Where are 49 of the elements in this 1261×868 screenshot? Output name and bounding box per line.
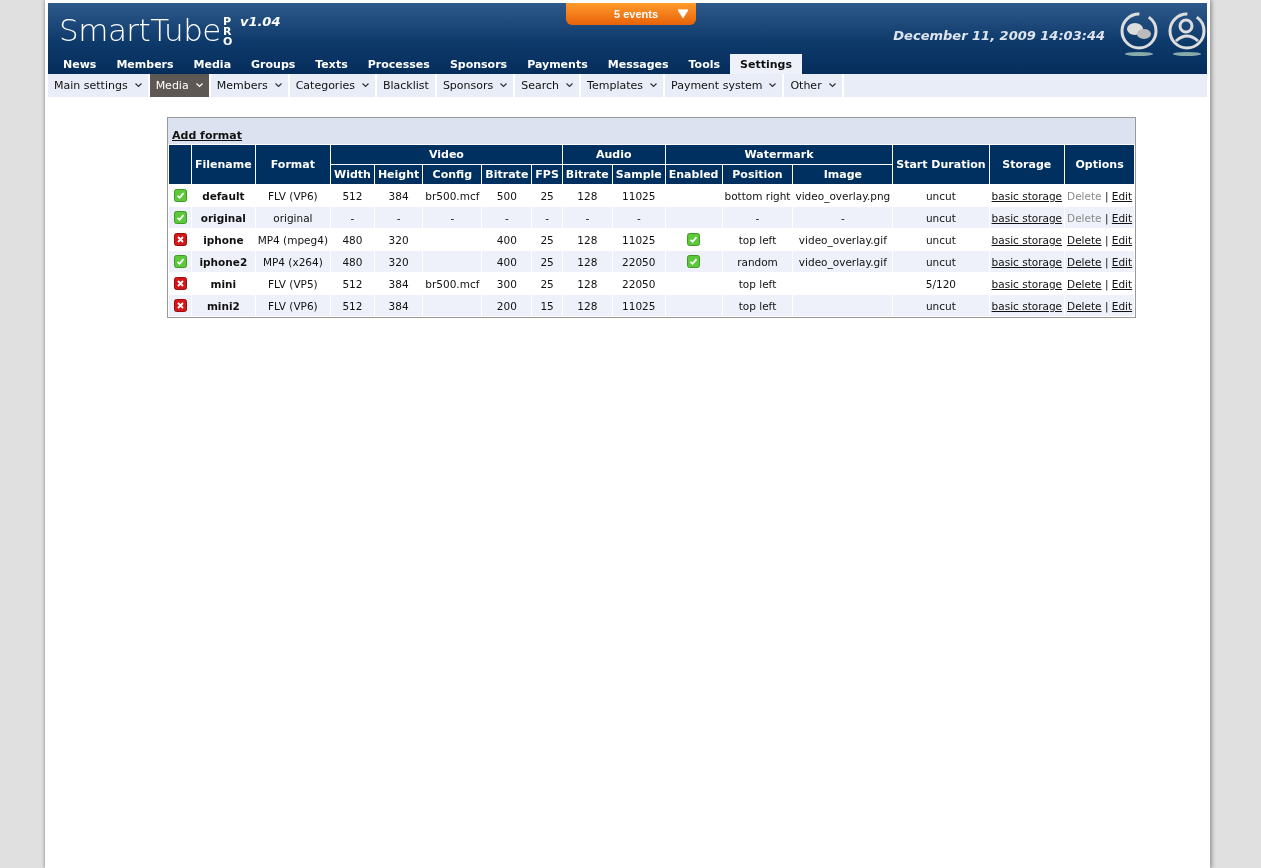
group-header: Video	[330, 144, 563, 165]
submenu-item[interactable]: Templates	[581, 74, 665, 97]
version-label: v1.04	[239, 14, 281, 29]
nav-tab[interactable]: Processes	[357, 54, 440, 74]
column-header: Start Duration	[892, 144, 990, 185]
group-header: Watermark	[665, 144, 893, 165]
nav-tab[interactable]: Groups	[241, 54, 306, 74]
column-header: Filename	[191, 144, 256, 185]
column-header: Options	[1064, 144, 1135, 185]
edit-link[interactable]: Edit	[1111, 299, 1133, 312]
add-format-link[interactable]: Add format	[172, 129, 242, 142]
submenu-item[interactable]: Media	[149, 74, 211, 97]
datetime-label: December 11, 2009 14:03:44	[893, 28, 1105, 43]
delete-link[interactable]: Delete	[1067, 277, 1102, 290]
submenu-item[interactable]: Other	[784, 74, 844, 97]
column-header: Storage	[989, 144, 1065, 185]
nav-tab[interactable]: Media	[183, 54, 242, 74]
separator-text: |	[1104, 299, 1109, 312]
edit-link[interactable]: Edit	[1111, 277, 1133, 290]
delete-link[interactable]: Delete	[1067, 299, 1102, 312]
separator-text: |	[1104, 211, 1109, 224]
nav-tab[interactable]: Payments	[517, 54, 598, 74]
logo-suffix-text: PRO	[222, 17, 234, 47]
submenu-item[interactable]: Sponsors	[436, 74, 516, 97]
edit-link[interactable]: Edit	[1111, 233, 1133, 246]
nav-tab[interactable]: Sponsors	[439, 54, 518, 74]
separator-text: |	[1104, 277, 1109, 290]
nav-tab[interactable]: Texts	[305, 54, 358, 74]
edit-link[interactable]: Edit	[1111, 255, 1133, 268]
nav-tab[interactable]: Members	[106, 54, 184, 74]
submenu-item[interactable]: Blacklist	[376, 74, 437, 97]
submenu-item[interactable]: Members	[210, 74, 290, 97]
delete-link[interactable]: Delete	[1067, 255, 1102, 268]
submenu-item[interactable]: Payment system	[665, 74, 785, 97]
delete-link[interactable]: Delete	[1067, 233, 1102, 246]
nav-tab[interactable]: Messages	[597, 54, 679, 74]
separator-text: |	[1104, 233, 1109, 246]
nav-tab[interactable]: Tools	[678, 54, 731, 74]
column-header: Format	[255, 144, 331, 185]
edit-link[interactable]: Edit	[1111, 189, 1133, 202]
separator-text: |	[1104, 189, 1109, 202]
edit-link[interactable]: Edit	[1111, 211, 1133, 224]
group-header: Audio	[562, 144, 666, 165]
nav-tab[interactable]: Settings	[730, 54, 802, 74]
logo-text: SmartTube	[59, 15, 221, 46]
nav-tab[interactable]: News	[53, 54, 107, 74]
submenu-item[interactable]: Search	[515, 74, 582, 97]
submenu-item[interactable]: Categories	[289, 74, 377, 97]
separator-text: |	[1104, 255, 1109, 268]
